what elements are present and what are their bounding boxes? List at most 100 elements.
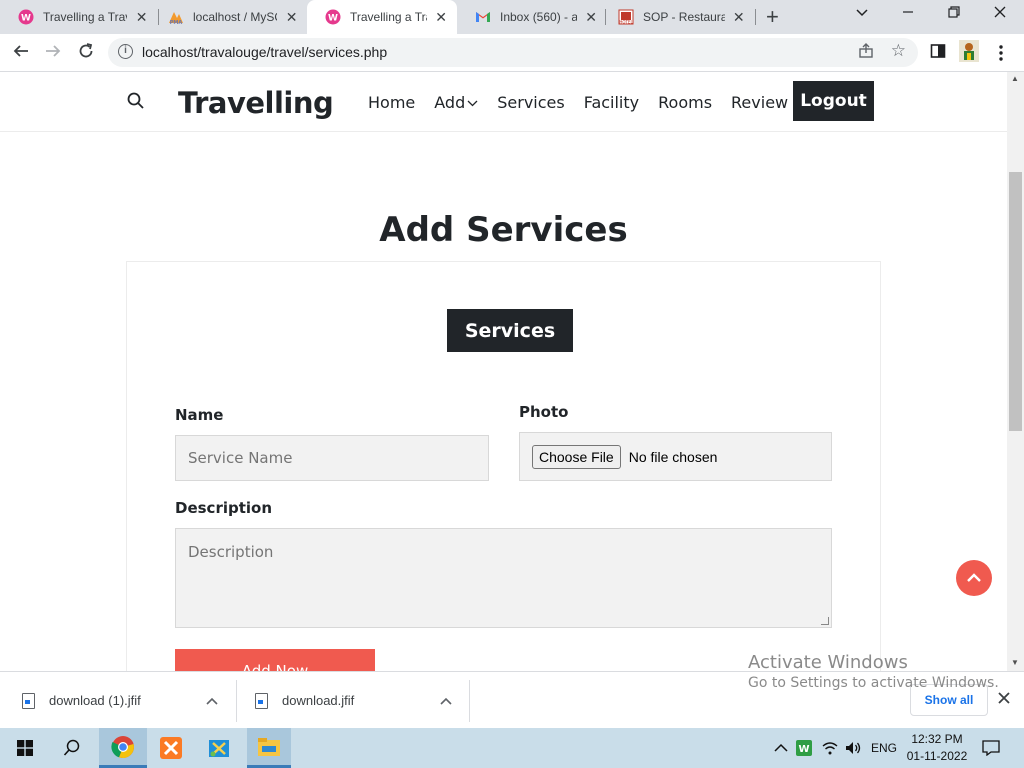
download-item-1[interactable]: download (1).jfif xyxy=(22,672,236,729)
restore-icon[interactable] xyxy=(944,5,964,23)
windows-taskbar: W ENG 12:32 PM 01-11-2022 xyxy=(0,728,1024,768)
taskbar-xampp-icon[interactable] xyxy=(150,728,192,768)
logout-button[interactable]: Logout xyxy=(793,81,874,121)
photo-file-input[interactable]: Choose File No file chosen xyxy=(519,432,832,481)
browser-tab-3-active[interactable]: W Travelling a Trav ✕ xyxy=(307,0,457,34)
gmail-icon xyxy=(475,9,491,25)
tab-title: Travelling a Trav xyxy=(350,10,427,24)
watermark-line-2: Go to Settings to activate Windows. xyxy=(748,675,999,691)
close-tab-icon[interactable]: ✕ xyxy=(285,9,298,26)
browser-tab-4[interactable]: Inbox (560) - asi ✕ xyxy=(457,0,607,34)
close-tab-icon[interactable]: ✕ xyxy=(733,9,745,26)
reload-icon[interactable] xyxy=(75,42,97,64)
browser-tab-strip: W Travelling a Trav ✕ PMA localhost / My… xyxy=(0,0,1024,34)
url-text[interactable]: localhost/travalouge/travel/services.php xyxy=(142,44,387,60)
share-icon[interactable] xyxy=(858,43,874,63)
show-hidden-icons-chevron[interactable] xyxy=(774,728,788,768)
description-placeholder: Description xyxy=(188,543,274,561)
wamp-icon: W xyxy=(325,9,341,25)
scroll-to-top-button[interactable] xyxy=(956,560,992,596)
name-label: Name xyxy=(175,406,224,424)
menu-rooms[interactable]: Rooms xyxy=(658,93,712,112)
browser-tab-2[interactable]: PMA localhost / MySQL ✕ xyxy=(150,0,308,34)
taskbar-clock[interactable]: 12:32 PM 01-11-2022 xyxy=(906,731,968,765)
tab-search-chevron-icon[interactable] xyxy=(852,5,872,23)
restaurant-icon: HOTEL xyxy=(618,9,634,25)
page-title: Add Services xyxy=(379,210,628,250)
close-tab-icon[interactable]: ✕ xyxy=(435,9,447,26)
site-brand[interactable]: Travelling xyxy=(178,86,334,120)
scrollbar-thumb[interactable] xyxy=(1009,172,1022,431)
scroll-up-arrow-icon[interactable]: ▲ xyxy=(1011,74,1019,83)
clock-date: 01-11-2022 xyxy=(906,749,968,763)
menu-facility[interactable]: Facility xyxy=(584,93,639,112)
chrome-menu-icon[interactable] xyxy=(998,44,1004,67)
scroll-down-arrow-icon[interactable]: ▼ xyxy=(1011,658,1019,667)
phpmyadmin-icon: PMA xyxy=(168,9,184,25)
description-label: Description xyxy=(175,499,273,517)
wamp-icon: W xyxy=(18,9,34,25)
menu-review[interactable]: Review xyxy=(731,93,788,112)
minimize-icon[interactable] xyxy=(898,5,918,23)
add-now-button[interactable]: Add Now xyxy=(175,649,375,671)
download-filename: download (1).jfif xyxy=(49,693,141,708)
back-arrow-icon[interactable] xyxy=(10,42,32,64)
notifications-icon[interactable] xyxy=(982,728,1000,768)
chevron-up-icon[interactable] xyxy=(440,693,452,708)
close-tab-icon[interactable]: ✕ xyxy=(135,9,148,26)
wifi-icon[interactable] xyxy=(822,728,838,768)
service-name-input[interactable]: Service Name xyxy=(175,435,489,481)
download-item-2[interactable]: download.jfif xyxy=(255,672,469,729)
taskbar-search-icon[interactable] xyxy=(54,728,90,768)
svg-text:W: W xyxy=(798,744,809,755)
file-icon xyxy=(255,692,268,709)
close-window-icon[interactable] xyxy=(990,5,1010,23)
menu-services[interactable]: Services xyxy=(497,93,564,112)
taskbar-snipping-tool-icon[interactable] xyxy=(198,728,242,768)
chevron-up-icon[interactable] xyxy=(206,693,218,708)
browser-tab-1[interactable]: W Travelling a Trav ✕ xyxy=(0,0,158,34)
language-indicator[interactable]: ENG xyxy=(871,728,897,768)
activate-windows-watermark: Activate Windows Go to Settings to activ… xyxy=(748,652,999,691)
file-icon xyxy=(22,692,35,709)
chevron-down-icon xyxy=(467,93,478,112)
watermark-line-1: Activate Windows xyxy=(748,652,908,673)
close-tab-icon[interactable]: ✕ xyxy=(585,9,597,26)
taskbar-file-explorer-icon[interactable] xyxy=(247,728,291,768)
menu-home[interactable]: Home xyxy=(368,93,415,112)
windows-start-icon[interactable] xyxy=(8,728,42,768)
taskbar-chrome-icon[interactable] xyxy=(99,728,147,768)
profile-avatar[interactable] xyxy=(959,40,979,67)
menu-add-label: Add xyxy=(434,93,466,112)
svg-text:W: W xyxy=(328,14,338,24)
side-panel-icon[interactable] xyxy=(930,43,946,64)
search-icon[interactable] xyxy=(127,92,145,115)
new-tab-button[interactable]: + xyxy=(766,6,779,28)
forward-arrow-icon[interactable] xyxy=(42,42,64,64)
service-form-card: Services Name Service Name Photo Choose … xyxy=(126,261,881,671)
tab-title: Inbox (560) - asi xyxy=(500,10,578,24)
bookmark-star-icon[interactable]: ☆ xyxy=(891,41,906,61)
main-menu: Home Add Services Facility Rooms Review xyxy=(368,93,807,112)
choose-file-button[interactable]: Choose File xyxy=(532,444,621,469)
description-textarea[interactable]: Description xyxy=(175,528,832,628)
svg-text:W: W xyxy=(21,14,31,24)
browser-tab-5[interactable]: HOTEL SOP - Restauran ✕ xyxy=(600,0,755,34)
chevron-up-icon xyxy=(967,573,981,582)
download-divider xyxy=(236,680,237,722)
download-divider xyxy=(469,680,470,722)
address-bar[interactable]: i localhost/travalouge/travel/services.p… xyxy=(108,38,918,67)
page-viewport: Travelling Home Add Services Facility Ro… xyxy=(0,72,1007,671)
page-scrollbar[interactable]: ▲ ▼ xyxy=(1007,72,1024,671)
site-info-icon[interactable]: i xyxy=(118,44,133,59)
volume-icon[interactable] xyxy=(845,728,862,768)
file-status-text: No file chosen xyxy=(628,448,718,465)
svg-text:PMA: PMA xyxy=(170,20,183,25)
card-title-badge: Services xyxy=(447,309,573,352)
svg-text:HOTEL: HOTEL xyxy=(619,20,633,25)
photo-label: Photo xyxy=(519,403,569,421)
wamp-tray-icon[interactable]: W xyxy=(796,728,812,768)
menu-add[interactable]: Add xyxy=(434,93,478,112)
resize-grip-icon[interactable] xyxy=(821,617,829,625)
close-download-bar-icon[interactable] xyxy=(998,689,1010,709)
